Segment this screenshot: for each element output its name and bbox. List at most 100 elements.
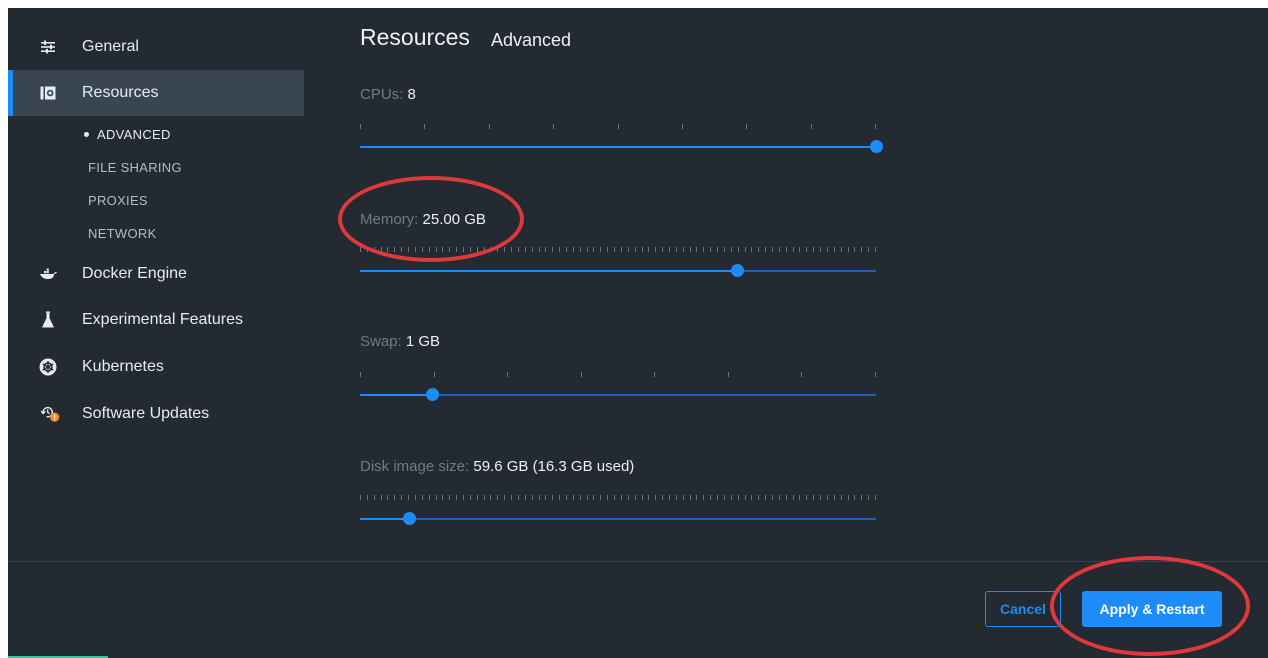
slider-tick: [504, 495, 505, 500]
sidebar-subitem-label: FILE SHARING: [88, 160, 182, 175]
flask-icon: [38, 310, 58, 330]
cpus-label: CPUs: 8: [360, 86, 416, 103]
slider-tick: [841, 247, 842, 252]
slider-tick: [539, 495, 540, 500]
slider-tick: [401, 247, 402, 252]
memory-slider[interactable]: [360, 264, 876, 277]
slider-tick: [511, 247, 512, 252]
slider-tick: [394, 247, 395, 252]
slider-tick: [360, 495, 361, 500]
sidebar-item-label: Resources: [82, 84, 159, 101]
sidebar-subitem-advanced[interactable]: ADVANCED: [84, 127, 171, 142]
sidebar-item-docker-engine[interactable]: Docker Engine: [8, 251, 304, 297]
sidebar-item-general[interactable]: General: [8, 24, 304, 70]
slider-tick: [813, 495, 814, 500]
setting-value: 8: [407, 86, 416, 103]
slider-tick: [593, 495, 594, 500]
slider-tick: [408, 247, 409, 252]
slider-tick: [669, 247, 670, 252]
slider-tick: [738, 247, 739, 252]
slider-tick: [545, 495, 546, 500]
footer-divider: [8, 561, 1268, 562]
slider-tick: [731, 495, 732, 500]
slider-tick: [422, 247, 423, 252]
slider-tick: [690, 495, 691, 500]
slider-tick: [799, 247, 800, 252]
apply-restart-button[interactable]: Apply & Restart: [1082, 591, 1222, 627]
cpus-slider[interactable]: [360, 140, 883, 153]
slider-tick: [635, 247, 636, 252]
sidebar-item-experimental-features[interactable]: Experimental Features: [8, 297, 304, 343]
sidebar-subitem-network[interactable]: NETWORK: [88, 226, 157, 241]
slider-tick: [841, 495, 842, 500]
slider-thumb[interactable]: [403, 512, 416, 525]
sidebar-subitem-file-sharing[interactable]: FILE SHARING: [88, 160, 182, 175]
slider-tick: [408, 495, 409, 500]
slider-tick: [587, 495, 588, 500]
sidebar-item-kubernetes[interactable]: Kubernetes: [8, 344, 304, 390]
slider-tick: [793, 495, 794, 500]
slider-tick: [772, 247, 773, 252]
slider-tick: [683, 247, 684, 252]
slider-tick: [559, 495, 560, 500]
slider-tick: [489, 124, 490, 129]
slider-tick: [848, 495, 849, 500]
slider-tick: [642, 247, 643, 252]
disk-slider-ticks: [360, 495, 876, 501]
helm-icon: [38, 357, 58, 377]
slider-tick: [449, 247, 450, 252]
slider-tick: [628, 247, 629, 252]
resources-icon: [38, 83, 58, 103]
slider-tick: [786, 495, 787, 500]
sidebar-subitem-label: PROXIES: [88, 193, 148, 208]
slider-tick: [429, 247, 430, 252]
slider-thumb[interactable]: [426, 388, 439, 401]
sidebar-item-software-updates[interactable]: Software Updates: [8, 391, 304, 437]
swap-slider[interactable]: [360, 388, 876, 401]
slider-tick: [621, 495, 622, 500]
slider-fill: [360, 518, 409, 520]
slider-tick: [745, 247, 746, 252]
slider-tick: [618, 124, 619, 129]
slider-tick: [511, 495, 512, 500]
slider-tick: [580, 247, 581, 252]
slider-tick: [806, 247, 807, 252]
swap-label: Swap: 1 GB: [360, 333, 440, 350]
cancel-button[interactable]: Cancel: [985, 591, 1061, 627]
slider-tick: [593, 247, 594, 252]
slider-tick: [875, 495, 876, 500]
slider-tick: [387, 247, 388, 252]
slider-tick: [434, 372, 435, 377]
slider-tick: [765, 495, 766, 500]
slider-tick: [525, 247, 526, 252]
sidebar-item-resources[interactable]: Resources: [8, 70, 304, 116]
slider-tick: [703, 495, 704, 500]
slider-tick: [573, 495, 574, 500]
slider-tick: [607, 495, 608, 500]
disk-image-size-slider[interactable]: [360, 512, 876, 525]
slider-thumb[interactable]: [731, 264, 744, 277]
setting-value: 1 GB: [405, 333, 441, 350]
disk-image-size-label: Disk image size: 59.6 GB (16.3 GB used): [360, 458, 634, 475]
slider-tick: [442, 495, 443, 500]
slider-tick: [518, 247, 519, 252]
slider-tick: [497, 495, 498, 500]
slider-tick: [367, 495, 368, 500]
slider-tick: [662, 495, 663, 500]
slider-tick: [676, 247, 677, 252]
slider-tick: [587, 247, 588, 252]
docker-preferences-window: General Resources ADVANCED FILE SHARING …: [8, 8, 1268, 658]
slider-tick: [497, 247, 498, 252]
slider-tick: [834, 247, 835, 252]
slider-tick: [566, 247, 567, 252]
slider-tick: [820, 495, 821, 500]
slider-thumb[interactable]: [870, 140, 883, 153]
slider-tick: [374, 247, 375, 252]
sidebar-item-label: Kubernetes: [82, 358, 164, 375]
slider-tick: [758, 247, 759, 252]
slider-tick: [854, 247, 855, 252]
slider-tick: [655, 247, 656, 252]
sidebar-subitem-proxies[interactable]: PROXIES: [88, 193, 148, 208]
sidebar: General Resources ADVANCED FILE SHARING …: [8, 8, 304, 560]
slider-tick: [765, 247, 766, 252]
